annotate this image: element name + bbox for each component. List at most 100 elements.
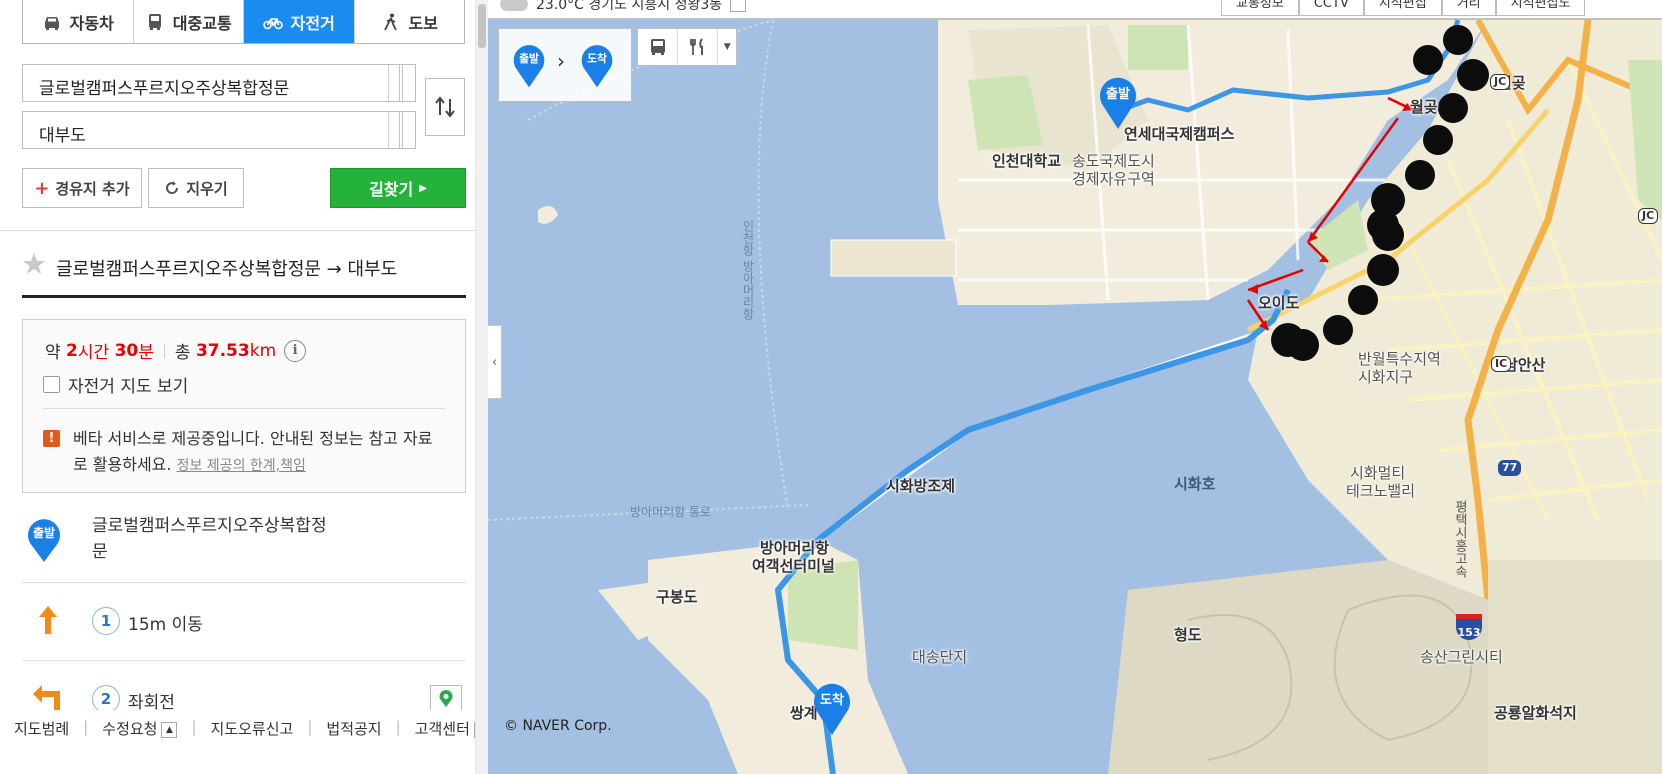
origin-value: 글로벌캠퍼스푸르지오주상복합정문 xyxy=(39,79,290,99)
measure-distance-button[interactable]: 거리 xyxy=(1441,0,1496,16)
map-view[interactable]: 연세대국제캠퍼스 인천대학교 송도국제도시 경제자유구역 월곶 월곶 오이도 반… xyxy=(488,0,1662,774)
bus-stop-toggle[interactable] xyxy=(638,29,679,65)
toolbar-more-button[interactable]: ▼ xyxy=(718,29,736,65)
layer-cadastral-button[interactable]: 지적편집 xyxy=(1363,0,1442,16)
chevron-down-icon: ▼ xyxy=(723,42,731,52)
hours-unit: 시간 xyxy=(77,343,110,363)
map-label: 평택시흥고속 xyxy=(1452,500,1467,578)
route-header: 글로벌캠퍼스푸르지오주상복합정문 → 대부도 xyxy=(22,248,466,298)
add-waypoint-label: 경유지 추가 xyxy=(55,179,130,198)
map-label: 방아머리항 통로 xyxy=(630,505,712,519)
map-label: 시화호 xyxy=(1174,475,1216,493)
layer-cctv-button[interactable]: CCTV xyxy=(1298,0,1364,16)
map-label: 오이도 xyxy=(1258,294,1300,312)
footer-link-legal[interactable]: 법적공지 xyxy=(326,718,381,739)
search-route-label: 길찾기 xyxy=(369,180,414,199)
turn-left-icon xyxy=(33,685,60,713)
destination-value: 대부도 xyxy=(39,126,86,146)
route-shield: 77 xyxy=(1498,460,1522,476)
bus-icon xyxy=(148,13,161,30)
list-item[interactable]: 출발 글로벌캠퍼스푸르지오주상복합정문 xyxy=(22,505,466,583)
map-layer-tools: 교통정보 CCTV 지적편집 거리 지적편집도 xyxy=(1221,0,1586,16)
tab-car[interactable]: 자동차 xyxy=(23,0,134,43)
list-item[interactable]: 1 15m 이동 xyxy=(22,583,466,661)
start-badge-text: 출발 xyxy=(33,525,55,540)
separator xyxy=(163,343,165,358)
map-poi-toolbar: ▼ xyxy=(637,28,737,66)
map-label: 월곶 xyxy=(1410,98,1438,116)
jc-shield: JC xyxy=(1490,74,1511,90)
bike-map-checkbox[interactable]: 자전거 지도 보기 xyxy=(43,372,188,397)
divider xyxy=(0,230,475,231)
clear-button[interactable]: 지우기 xyxy=(148,168,244,208)
footer-link-error[interactable]: 지도오류신고 xyxy=(211,718,294,739)
separator: | xyxy=(307,718,313,736)
end-pin-icon[interactable]: 도착 xyxy=(579,39,615,89)
restaurant-toggle[interactable] xyxy=(678,29,719,65)
map-label: 시화방조제 xyxy=(886,477,956,495)
scrollbar[interactable] xyxy=(475,0,488,774)
swap-button[interactable] xyxy=(425,78,465,136)
info-icon[interactable]: i xyxy=(284,339,307,362)
chevron-right-icon: ▶ xyxy=(419,182,427,194)
duration-distance: 약 2 시간 30 분 총 37.53 km i xyxy=(45,338,307,363)
duration-hours: 2 xyxy=(66,340,78,361)
jc-shield: JC xyxy=(1638,208,1659,224)
tab-walk[interactable]: 도보 xyxy=(354,0,464,43)
highway-shield: 153 xyxy=(1456,614,1482,640)
weather-widget[interactable]: 23.0°C 경기도 시흥시 정왕3동 xyxy=(500,0,747,14)
footer-link-legend[interactable]: 지도범례 xyxy=(14,718,69,739)
drag-handle[interactable] xyxy=(388,65,415,101)
svg-text:출발: 출발 xyxy=(519,52,539,65)
map-label: 시화지구 xyxy=(1358,368,1414,386)
layer-cadastral-map-button[interactable]: 지적편집도 xyxy=(1495,0,1586,16)
chevron-right-icon: › xyxy=(557,49,565,73)
collapse-panel-button[interactable]: ‹ xyxy=(488,325,502,399)
layer-traffic-button[interactable]: 교통정보 xyxy=(1221,0,1299,16)
distance-unit: km xyxy=(249,340,277,361)
checkbox[interactable] xyxy=(43,376,60,393)
tab-bike[interactable]: 자전거 xyxy=(244,0,355,43)
beta-notice: ! 베타 서비스로 제공중입니다. 안내된 정보는 참고 자료로 활용하세요. … xyxy=(43,426,443,479)
ic-shield: IC xyxy=(1491,356,1512,372)
weather-toggle[interactable] xyxy=(730,0,747,12)
search-route-button[interactable]: 길찾기 ▶ xyxy=(330,168,466,208)
drag-handle[interactable] xyxy=(388,112,415,148)
scrollbar-thumb[interactable] xyxy=(478,4,486,48)
bus-icon xyxy=(650,39,665,55)
restaurant-icon xyxy=(689,38,703,55)
map-label: 대송단지 xyxy=(912,648,968,666)
map-label: 구봉도 xyxy=(656,588,698,606)
minutes-unit: 분 xyxy=(138,343,154,363)
svg-text:도착: 도착 xyxy=(820,692,844,708)
map-label: 경제자유구역 xyxy=(1072,170,1155,188)
start-marker-icon[interactable]: 출발 xyxy=(1096,70,1140,130)
bike-map-label: 자전거 지도 보기 xyxy=(68,377,189,397)
clear-label: 지우기 xyxy=(186,179,228,198)
origin-input[interactable]: 글로벌캠퍼스푸르지오주상복합정문 xyxy=(22,64,416,102)
info-limit-link[interactable]: 정보 제공의 한계,책임 xyxy=(177,458,306,474)
step-number: 1 xyxy=(92,607,120,635)
add-waypoint-button[interactable]: + 경유지 추가 xyxy=(22,168,142,208)
tab-car-label: 자동차 xyxy=(69,13,114,33)
refresh-icon xyxy=(166,181,179,195)
start-pin-icon[interactable]: 출발 xyxy=(511,39,547,89)
map-label: 송산그린시티 xyxy=(1420,648,1503,666)
footer-link-report[interactable]: 수정요청 ▲ xyxy=(102,718,178,739)
arrow-up-icon xyxy=(39,606,57,634)
separator: | xyxy=(395,718,401,736)
tab-transit[interactable]: 대중교통 xyxy=(133,0,244,43)
location-marker-icon xyxy=(439,690,453,707)
route-summary: 약 2 시간 30 분 총 37.53 km i 자전거 지도 보기 ! 베타 … xyxy=(22,319,466,493)
end-marker-icon[interactable]: 도착 xyxy=(810,676,854,736)
star-icon[interactable] xyxy=(22,252,46,276)
svg-text:도착: 도착 xyxy=(587,52,607,65)
separator: | xyxy=(83,718,89,736)
destination-input[interactable]: 대부도 xyxy=(22,111,416,149)
map-label: 공룡알화석지 xyxy=(1494,704,1577,722)
map-label: 연세대국제캠퍼스 xyxy=(1124,125,1235,143)
map-copyright: © NAVER Corp. xyxy=(504,718,612,734)
walk-icon xyxy=(383,13,397,30)
map-label: 인천대학교 xyxy=(992,152,1062,170)
bike-station-icon[interactable] xyxy=(430,685,462,713)
